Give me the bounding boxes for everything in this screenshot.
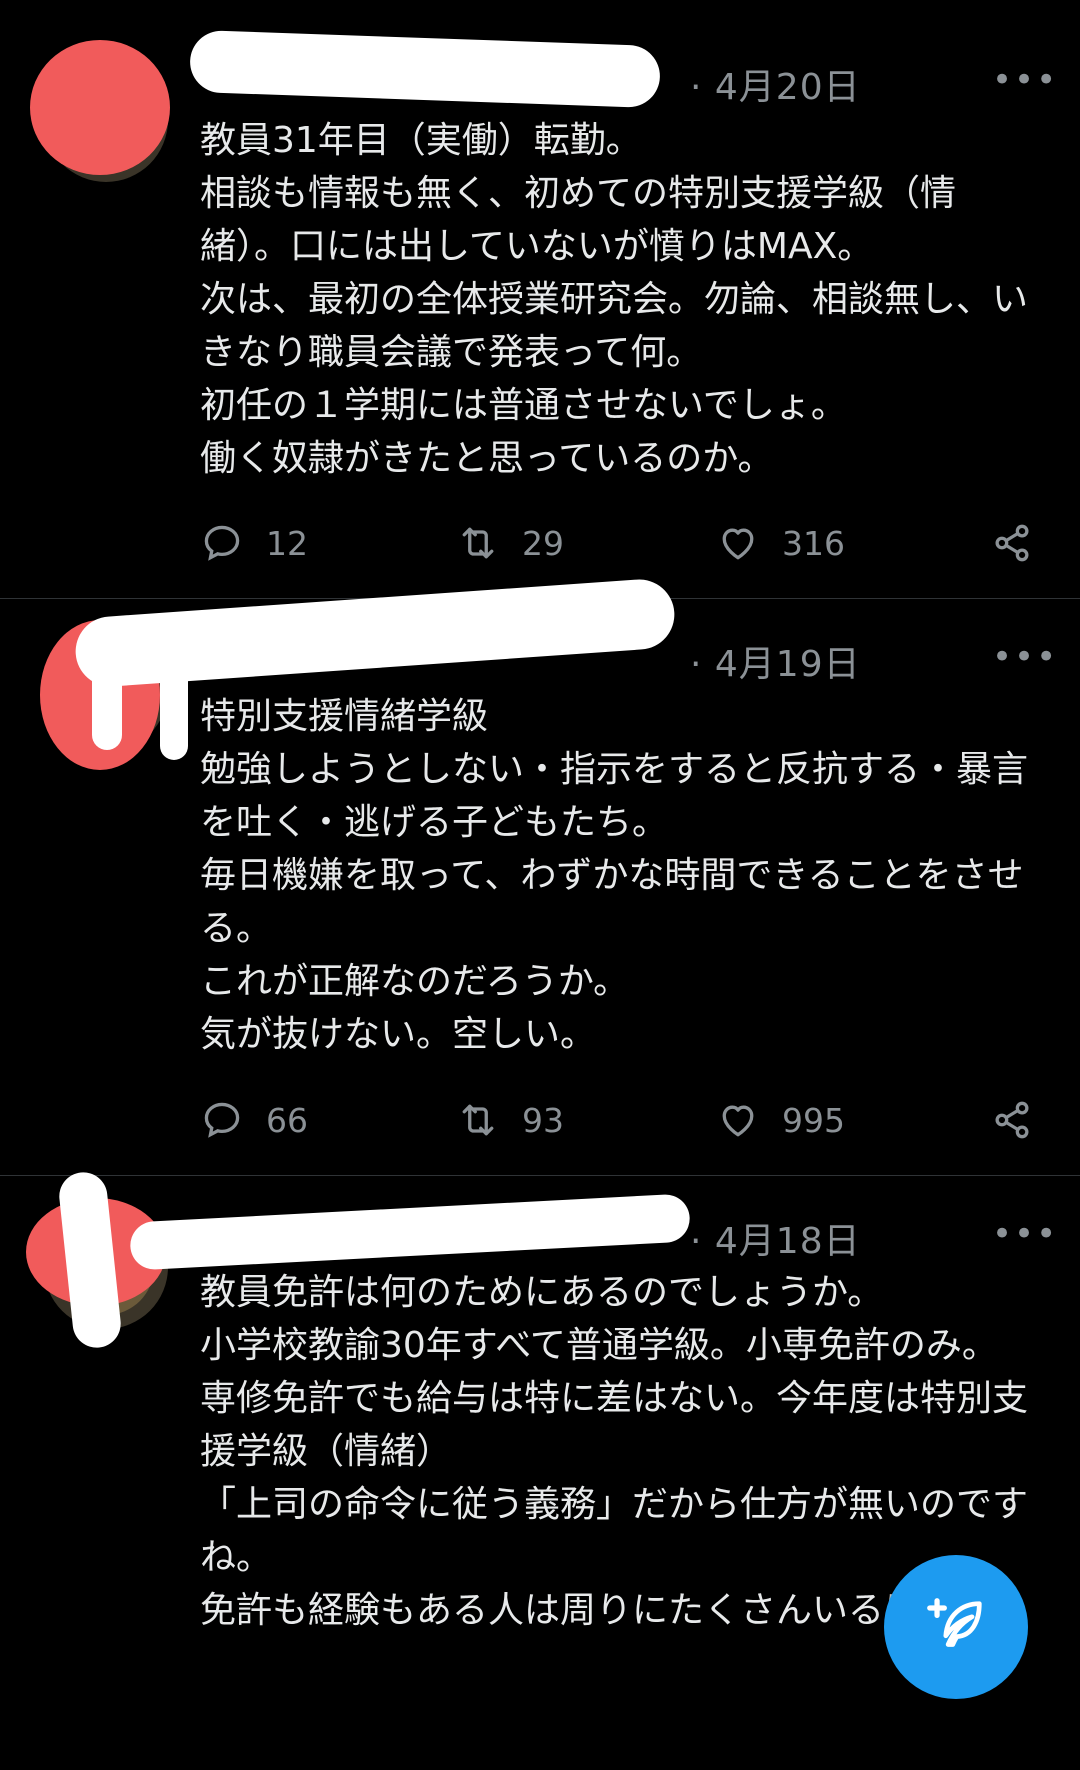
redaction-mark <box>189 29 661 109</box>
retweet-button[interactable]: 93 <box>456 1095 564 1145</box>
tweet-date: · 4月19日 <box>690 644 861 685</box>
retweet-icon <box>462 527 494 559</box>
redaction-mark <box>160 650 188 760</box>
heart-icon <box>722 528 754 560</box>
like-button[interactable]: 995 <box>716 1095 845 1145</box>
reply-button[interactable]: 66 <box>200 1095 308 1145</box>
share-icon <box>995 1101 1029 1139</box>
reply-count: 12 <box>266 523 308 563</box>
more-icon[interactable]: ••• <box>992 1214 1058 1254</box>
redaction-mark <box>56 1169 124 1351</box>
tweet-text: 教員31年目（実働）転勤。 相談も情報も無く、初めての特別支援学級（情緒）。口に… <box>200 120 1029 479</box>
redaction-mark <box>129 1193 691 1271</box>
compose-tweet-button[interactable] <box>884 1555 1028 1699</box>
tweet-actions: 12 29 316 <box>200 518 1060 568</box>
more-icon[interactable]: ••• <box>992 637 1058 677</box>
tweet-date: · 4月20日 <box>690 67 861 108</box>
retweet-button[interactable]: 29 <box>456 518 564 568</box>
tweet-date: · 4月18日 <box>690 1221 861 1262</box>
like-count: 995 <box>782 1100 845 1140</box>
share-button[interactable] <box>990 1095 1034 1145</box>
share-button[interactable] <box>990 518 1034 568</box>
reply-count: 66 <box>266 1100 308 1140</box>
retweet-icon <box>462 1104 494 1136</box>
like-count: 316 <box>782 523 845 563</box>
tweet-text: 特別支援情緒学級 勉強しようとしない・指示をすると反抗する・暴言を吐く・逃げる子… <box>200 696 1029 1055</box>
heart-icon <box>722 1105 754 1137</box>
share-icon <box>995 524 1029 562</box>
reply-icon <box>204 525 240 561</box>
compose-tweet-icon <box>927 1598 982 1647</box>
retweet-count: 29 <box>522 523 564 563</box>
like-button[interactable]: 316 <box>716 518 845 568</box>
redaction-mark <box>30 40 170 175</box>
redaction-mark <box>92 640 122 750</box>
divider <box>0 1175 1080 1176</box>
retweet-count: 93 <box>522 1100 564 1140</box>
reply-button[interactable]: 12 <box>200 518 308 568</box>
more-icon[interactable]: ••• <box>992 60 1058 100</box>
tweet-actions: 66 93 995 <box>200 1095 1060 1145</box>
reply-icon <box>204 1102 240 1138</box>
